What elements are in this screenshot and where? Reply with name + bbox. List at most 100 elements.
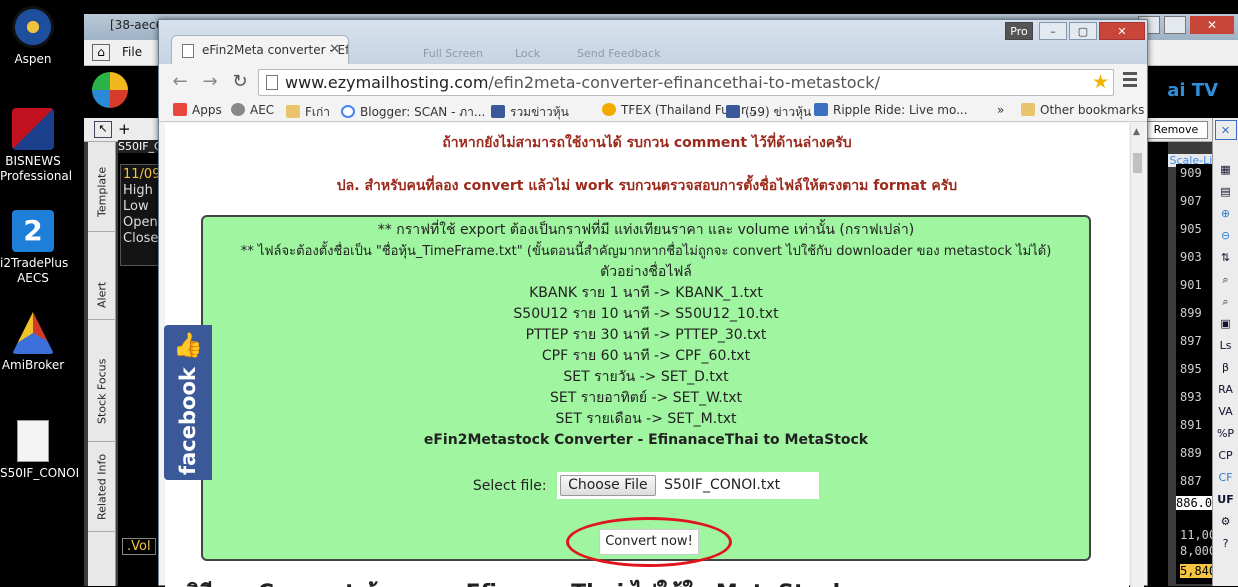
price-tick: 891 [1180,418,1202,432]
crosshair-tool-icon[interactable]: + [118,120,131,138]
info-open: Open [123,215,158,230]
facebook-label: facebook [176,367,200,475]
bg-right-toolbar: ✕ ▦ ▤ ⊕ ⊖ ⇅ ⌕ ⌕ ▣ Ls β RA VA %P CP CF UF… [1212,118,1238,586]
tool-beta[interactable]: β [1215,358,1237,378]
desktop-icon-i2tradeplus[interactable]: 2 i2TradePlus AECS [0,210,68,286]
bg-side-tabs: Template Alert Stock Focus Related Info [88,142,116,586]
bg-close-button[interactable]: ✕ [1190,16,1234,34]
tab-related-info[interactable]: Related Info [88,442,116,532]
zoom-out-icon[interactable]: ⊖ [1215,226,1237,246]
amibroker-icon [12,312,54,354]
back-icon[interactable]: ← [169,71,191,93]
i2tradeplus-icon: 2 [12,210,54,252]
tool-icon[interactable]: ▦ [1215,160,1237,180]
scrollbar-thumb[interactable] [1133,153,1142,173]
tab-template[interactable]: Template [88,152,116,232]
tool-uf[interactable]: UF [1215,490,1237,510]
bg-maximize-button[interactable] [1164,16,1186,34]
tab-close-icon[interactable]: ✕ [329,42,340,57]
close-button[interactable]: ✕ [1099,22,1145,40]
home-icon[interactable]: ⌂ [92,44,110,61]
bg-vol-label: .Vol [122,538,156,555]
red-highlight-ellipse: Convert now! [566,517,732,567]
bookmarks-bar: Apps AEC Fเก่า Blogger: SCAN - ภา... รวม… [159,100,1147,122]
maximize-button[interactable]: ▢ [1069,22,1097,40]
desktop-icon-label: AmiBroker [1,358,65,372]
vol-tick: 11,00 [1180,528,1217,542]
bookmark-folder-old[interactable]: Fเก่า [286,103,330,122]
tool-icon[interactable]: Ls [1215,336,1237,356]
bookmark-apps[interactable]: Apps [173,103,222,117]
bg-remove-button[interactable]: Remove [1144,121,1208,139]
notice-filename: ปล. สำหรับคนที่ลอง convert แล้วไม่ work … [336,178,958,194]
pointer-tool-icon[interactable]: ↖ [94,121,112,138]
browser-tab[interactable]: eFin2Meta converter - Efi ✕ [171,35,349,64]
bookmark-aec[interactable]: AEC [231,103,274,117]
instruction-line: ตัวอย่างชื่อไฟล์ [600,264,692,280]
desktop-icon-aspen[interactable]: Aspen [0,6,66,67]
desktop-icon-label: BISNEWS Professional [0,154,73,183]
bg-price-axis: 909 907 905 903 901 899 897 895 893 891 … [1176,164,1220,584]
address-bar[interactable]: www.ezymailhosting.com/efin2meta-convert… [258,69,1114,96]
bookmark-label: Ripple Ride: Live mo... [833,103,968,117]
zoom-in-icon[interactable]: ⊕ [1215,204,1237,224]
tab-alert[interactable]: Alert [88,270,116,320]
bookmark-star-icon[interactable]: ★ [1092,70,1109,95]
tool-cp[interactable]: CP [1215,446,1237,466]
facebook-icon [491,105,505,118]
bg-info-panel: 11/09 High Low Open Close [120,164,160,266]
other-bookmarks[interactable]: Other bookmarks [1021,103,1144,117]
convert-now-button[interactable]: Convert now! [599,529,699,555]
tab-stock-focus[interactable]: Stock Focus [88,342,116,442]
reload-icon[interactable]: ↻ [229,71,251,93]
close-pane-icon[interactable]: ✕ [1214,120,1237,140]
bg-symbol-label: S50IF_C [118,140,162,153]
forward-icon[interactable]: → [199,71,221,93]
chrome-menu-icon[interactable] [1123,72,1137,90]
scroll-up-icon[interactable]: ▲ [1133,127,1140,137]
desktop-icon-amibroker[interactable]: AmiBroker [0,312,66,373]
bookmark-fb-news[interactable]: (59) ข่าวหุ้น [726,103,811,122]
price-tick: 903 [1180,250,1202,264]
ripple-icon [814,103,828,116]
ghost-text: Full Screen [423,47,484,60]
gear-icon [231,103,245,116]
page-scrollbar[interactable]: ▲ [1130,123,1144,587]
desktop-icon-s50if-file[interactable]: S50IF_CONOI [0,420,80,481]
profile-button[interactable]: Pro [1005,22,1033,40]
info-date: 11/09 [123,167,161,182]
tool-icon[interactable]: ▤ [1215,182,1237,202]
url-path: /efin2meta-converter-efinancethai-to-met… [488,73,880,92]
bookmark-label: Other bookmarks [1040,103,1145,117]
magnify-icon[interactable]: ⌕ [1215,270,1237,290]
bookmark-label: Fเก่า [305,105,331,119]
info-high: High [123,183,153,198]
aspen-icon [12,6,54,48]
bisnews-icon [12,108,54,150]
bookmarks-overflow[interactable]: » [997,103,1004,117]
tool-icon[interactable]: ⇅ [1215,248,1237,268]
bookmark-ripple[interactable]: Ripple Ride: Live mo... [814,103,968,117]
choose-file-button[interactable]: Choose File [560,475,656,496]
magnify-icon[interactable]: ⌕ [1215,292,1237,312]
minimize-button[interactable]: – [1039,22,1067,40]
notice-comment: ถ้าหากยังไม่สามารถใช้งานได้ รบกวน commen… [442,135,852,151]
tool-icon[interactable]: ▣ [1215,314,1237,334]
tool-icon[interactable]: ⚙ [1215,512,1237,532]
tool-ra[interactable]: RA [1215,380,1237,400]
url-host: www.ezymailhosting.com [285,73,489,92]
bookmark-news[interactable]: รวมข่าวหุ้น [491,103,569,122]
converter-panel: ** กราฟที่ใช้ export ต้องเป็นกราฟที่มี แ… [201,215,1091,567]
desktop-icon-bisnews[interactable]: BISNEWS Professional [0,108,73,184]
facebook-like-tab[interactable]: 👍 facebook [164,325,212,480]
tool-percent-p[interactable]: %P [1215,424,1237,444]
page-icon [266,75,278,90]
bookmark-blogger[interactable]: Blogger: SCAN - ภา... [341,103,485,122]
file-select-row: Select file: Choose File S50IF_CONOI.txt [203,472,1089,500]
tool-cf[interactable]: CF [1215,468,1237,488]
file-input[interactable]: Choose File S50IF_CONOI.txt [557,472,820,499]
desktop-icon-label: S50IF_CONOI [0,466,80,480]
bg-menu-file[interactable]: File [122,45,142,59]
help-icon[interactable]: ? [1215,534,1237,554]
tool-va[interactable]: VA [1215,402,1237,422]
